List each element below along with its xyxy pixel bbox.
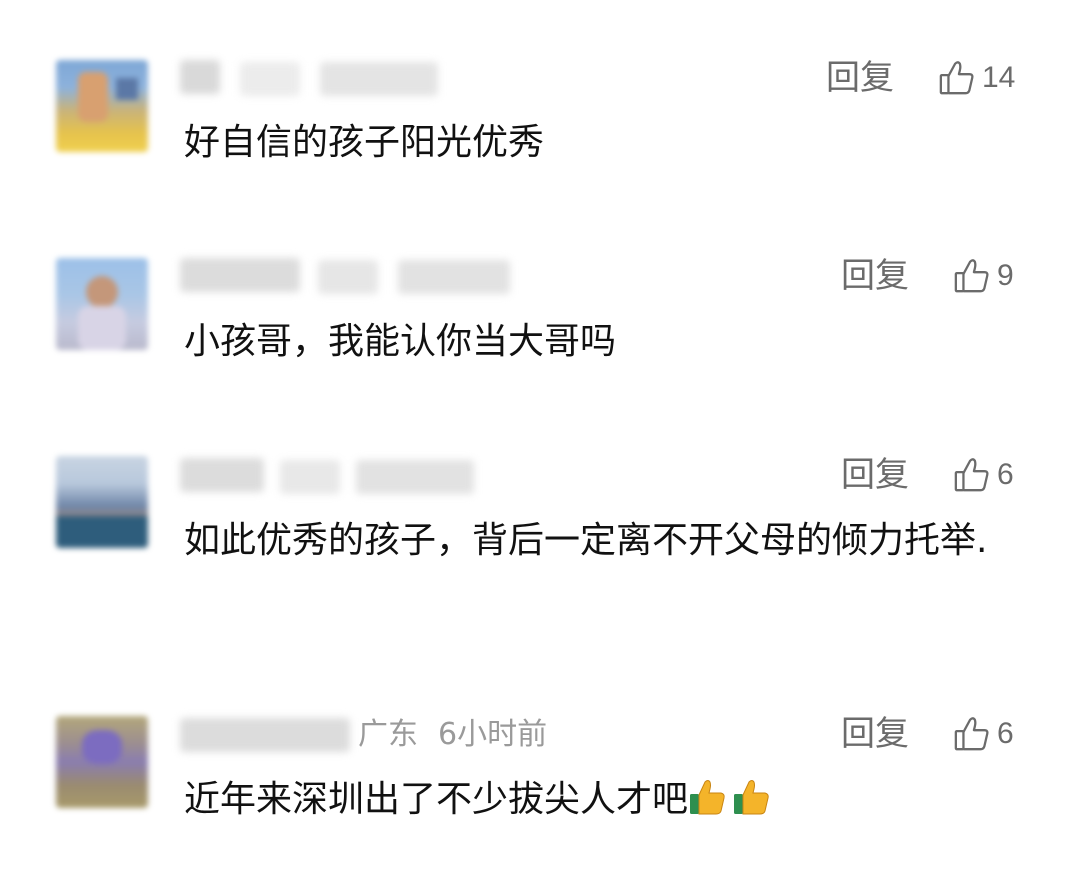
comment-text: 小孩哥，我能认你当大哥吗 (184, 321, 617, 362)
like-button[interactable]: 6 (953, 455, 1014, 495)
location-blurred (240, 62, 300, 96)
time-label: 6小时前 (438, 717, 548, 752)
like-count: 14 (982, 61, 1016, 94)
thumbs-up-icon (954, 259, 989, 293)
username-blurred[interactable] (180, 60, 220, 94)
thumbs-up-icon (954, 717, 989, 751)
comment-text: 如此优秀的孩子，背后一定离不开父母的倾力托举. (184, 520, 988, 561)
thumbs-up-icon (939, 61, 974, 95)
avatar[interactable] (56, 60, 148, 152)
time-blurred (398, 260, 510, 294)
thumbs-up-icon (954, 458, 989, 492)
username-blurred[interactable] (180, 718, 350, 752)
like-button[interactable]: 9 (953, 256, 1014, 296)
thumbs-up-emoji-icon (690, 780, 725, 815)
location-blurred (318, 260, 378, 294)
like-count: 6 (997, 458, 1014, 491)
location-blurred (280, 460, 340, 494)
like-count: 6 (997, 717, 1014, 750)
time-blurred (320, 62, 438, 96)
avatar[interactable] (56, 716, 148, 808)
username-blurred[interactable] (180, 258, 300, 292)
location-label: 广东 (358, 717, 418, 752)
like-button[interactable]: 14 (938, 58, 1015, 98)
like-button[interactable]: 6 (953, 714, 1014, 754)
reply-button[interactable]: 回复 (841, 256, 909, 296)
comment-text: 好自信的孩子阳光优秀 (184, 122, 545, 163)
avatar[interactable] (56, 258, 148, 350)
avatar[interactable] (56, 456, 148, 548)
reply-button[interactable]: 回复 (841, 714, 909, 754)
comment-text-row: 近年来深圳出了不少拔尖人才吧 (184, 770, 1034, 830)
reply-button[interactable]: 回复 (826, 58, 894, 98)
like-count: 9 (997, 259, 1014, 292)
reply-button[interactable]: 回复 (841, 455, 909, 495)
comment-text: 近年来深圳出了不少拔尖人才吧 (184, 779, 689, 820)
time-blurred (356, 460, 474, 494)
thumbs-up-emoji-icon (734, 780, 769, 815)
username-blurred[interactable] (180, 458, 264, 492)
